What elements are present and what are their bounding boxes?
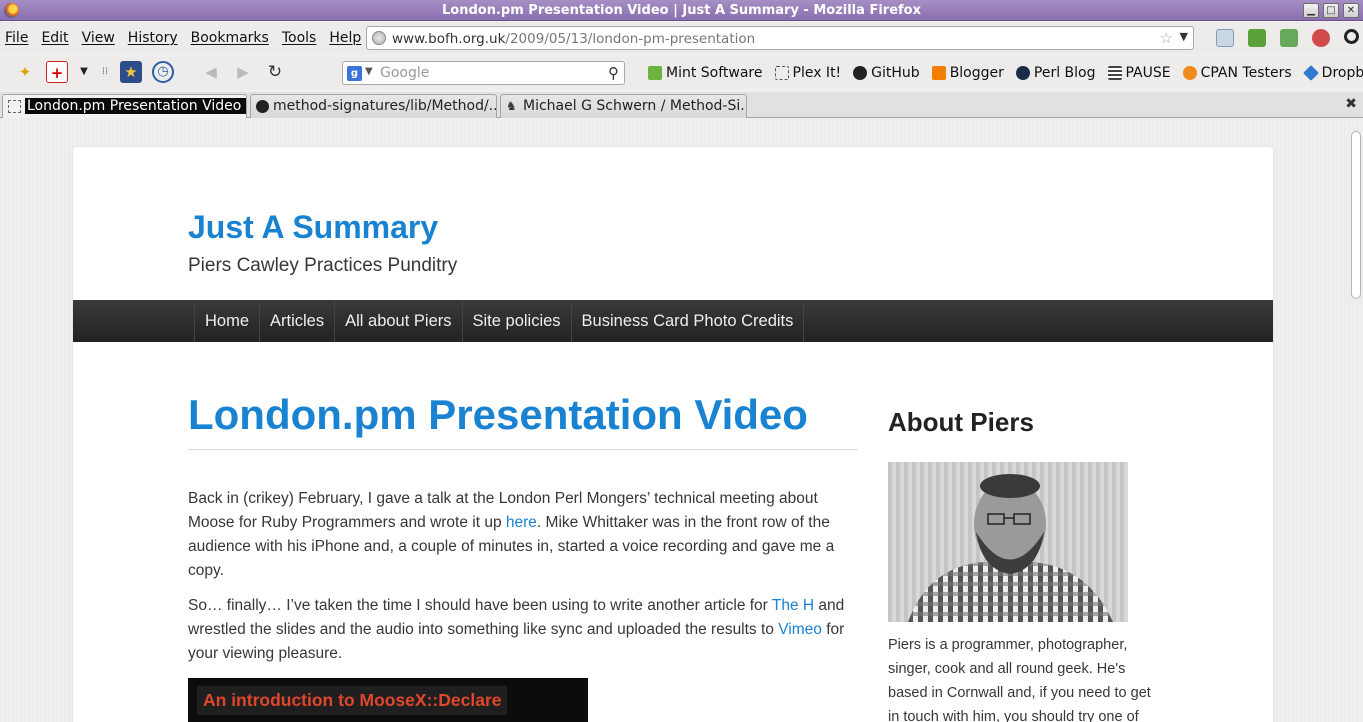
blank-page-icon (8, 100, 21, 113)
site-title[interactable]: Just A Summary (188, 209, 438, 246)
github-icon (853, 66, 868, 80)
onion-icon (1015, 66, 1030, 80)
minimize-button[interactable]: ▁ (1303, 3, 1319, 18)
close-tab-icon[interactable]: ✖ (1345, 96, 1357, 112)
dotted-box-icon (774, 66, 789, 80)
dropdown-arrow-icon[interactable]: ▼ (78, 61, 90, 83)
bookmark-plex-it[interactable]: Plex It! (774, 65, 841, 81)
page-container: Just A Summary Piers Cawley Practices Pu… (73, 147, 1273, 722)
nav-articles[interactable]: Articles (259, 300, 334, 342)
history-clock-icon[interactable]: ◷ (152, 61, 174, 83)
site-description: Piers Cawley Practices Punditry (188, 255, 458, 276)
menu-tools[interactable]: Tools (282, 30, 317, 46)
url-dropdown-icon[interactable]: ▼ (1180, 30, 1188, 43)
search-box[interactable]: g ▼ Google ⚲ (342, 61, 625, 85)
google-icon[interactable]: g (347, 66, 362, 81)
url-text[interactable]: www.bofh.org.uk/2009/05/13/london-pm-pre… (392, 31, 755, 47)
record-icon[interactable] (1312, 29, 1330, 47)
mint-icon (648, 66, 662, 80)
bookmark-blogger[interactable]: Blogger (931, 65, 1004, 81)
tab-bar: London.pm Presentation Video |... method… (0, 92, 1363, 118)
link-here[interactable]: here (506, 514, 537, 531)
search-engine-dropdown-icon[interactable]: ▼ (365, 66, 373, 77)
github-toolbar-icon[interactable] (1344, 29, 1359, 44)
blogger-icon (931, 66, 946, 80)
bookmark-pause[interactable]: PAUSE (1107, 65, 1171, 81)
bookmark-perl-blog[interactable]: Perl Blog (1015, 65, 1096, 81)
sidebar-bio: Piers is a programmer, photographer, sin… (888, 637, 1151, 722)
bookmark-mint-software[interactable]: Mint Software (648, 65, 763, 81)
divider (188, 449, 858, 450)
nav-all-about-piers[interactable]: All about Piers (334, 300, 461, 342)
video-embed[interactable]: An introduction to MooseX::Declare (188, 678, 588, 722)
menu-file[interactable]: File (5, 30, 28, 46)
github-icon (256, 100, 269, 113)
main-navigation: Home Articles All about Piers Site polic… (73, 300, 1273, 342)
sidebar-title: About Piers (888, 407, 1034, 437)
menu-help[interactable]: Help (329, 30, 361, 46)
bookmarks-bar: Mint Software Plex It! GitHub Blogger Pe… (648, 65, 1363, 81)
paragraph: Back in (crikey) February, I gave a talk… (188, 490, 835, 579)
maximize-button[interactable]: □ (1323, 3, 1339, 18)
camel-icon: ♞ (506, 99, 517, 113)
post-content: Back in (crikey) February, I gave a talk… (188, 487, 858, 677)
grip-icon: ⁞⁞ (101, 66, 109, 77)
bookmark-dropbox[interactable]: Dropbox (1302, 65, 1363, 81)
reload-icon[interactable]: ↻ (264, 61, 286, 83)
author-photo (888, 462, 1128, 622)
close-window-button[interactable]: ✕ (1343, 3, 1359, 18)
nav-business-card-credits[interactable]: Business Card Photo Credits (570, 300, 805, 342)
vertical-scrollbar[interactable] (1351, 131, 1361, 299)
url-bar[interactable]: www.bofh.org.uk/2009/05/13/london-pm-pre… (366, 26, 1194, 50)
menu-bookmarks[interactable]: Bookmarks (191, 30, 269, 46)
menu-bar: File Edit View History Bookmarks Tools H… (0, 22, 1363, 54)
link-vimeo[interactable]: Vimeo (778, 621, 822, 638)
first-aid-icon[interactable]: + (46, 61, 68, 83)
search-placeholder[interactable]: Google (380, 65, 429, 81)
navigation-toolbar: ✦ + ▼ ⁞⁞ ★ ◷ ◀ ▶ ↻ g ▼ Google ⚲ Mint Sof… (0, 57, 1363, 89)
post-title[interactable]: London.pm Presentation Video (188, 391, 808, 439)
bookmark-cpan-testers[interactable]: CPAN Testers (1182, 65, 1292, 81)
video-title[interactable]: An introduction to MooseX::Declare (197, 686, 508, 715)
lines-icon (1107, 66, 1122, 80)
page-info-icon[interactable] (1216, 29, 1234, 47)
dropbox-icon (1302, 65, 1319, 81)
paragraph: So… finally… I’ve taken the time I shoul… (188, 597, 845, 662)
search-magnifier-icon[interactable]: ⚲ (608, 64, 619, 82)
link-the-h[interactable]: The H (772, 597, 814, 614)
page-viewport: Just A Summary Piers Cawley Practices Pu… (0, 119, 1363, 722)
new-bookmark-icon[interactable]: ✦ (14, 61, 36, 83)
menu-edit[interactable]: Edit (41, 30, 68, 46)
window-titlebar: London.pm Presentation Video | Just A Su… (0, 0, 1363, 21)
nav-home[interactable]: Home (194, 300, 259, 342)
bookmark-manager-icon[interactable]: ★ (120, 61, 142, 83)
bookmark-star-icon[interactable]: ☆ (1160, 29, 1173, 47)
site-identity-icon[interactable] (372, 31, 386, 45)
tab-michael-schwern[interactable]: ♞ Michael G Schwern / Method-Si... (500, 94, 747, 118)
tab-method-signatures[interactable]: method-signatures/lib/Method/... (250, 94, 497, 118)
forward-arrow-icon[interactable]: ▶ (232, 61, 254, 83)
addon-puzzle-icon[interactable] (1248, 29, 1266, 47)
menu-view[interactable]: View (82, 30, 115, 46)
bookmark-github[interactable]: GitHub (853, 65, 920, 81)
menu-history[interactable]: History (128, 30, 178, 46)
cpan-icon (1182, 66, 1197, 80)
tab-london-pm[interactable]: London.pm Presentation Video |... (2, 94, 247, 118)
sync-icon[interactable] (1280, 29, 1298, 47)
back-arrow-icon[interactable]: ◀ (200, 61, 222, 83)
window-title: London.pm Presentation Video | Just A Su… (442, 3, 921, 18)
nav-site-policies[interactable]: Site policies (461, 300, 571, 342)
